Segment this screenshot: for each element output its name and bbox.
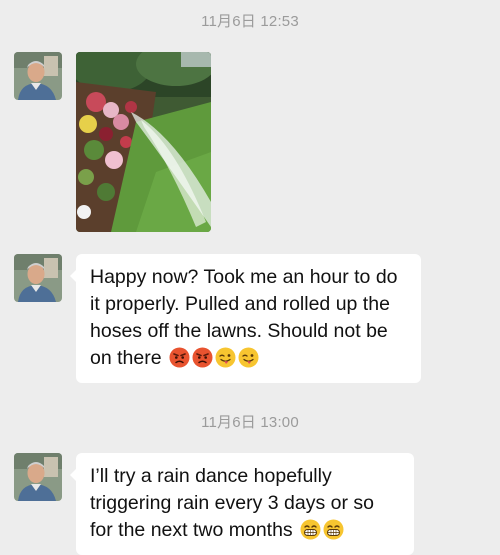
contact-avatar[interactable] [14,453,62,501]
text-message-bubble[interactable]: I’ll try a rain dance hopefully triggeri… [70,453,414,555]
garden-sprinkler-photo [76,52,211,232]
winking-tongue-face-icon [215,347,236,368]
angry-face-icon [192,347,213,368]
grinning-face-icon [323,519,344,540]
message-timestamp: 11月6日 13:00 [201,414,299,431]
grinning-face-icon [300,519,321,540]
contact-avatar[interactable] [14,52,62,100]
image-message[interactable] [76,52,211,232]
message-timestamp: 11月6日 12:53 [201,13,299,30]
winking-tongue-face-icon [238,347,259,368]
text-message-bubble[interactable]: Happy now? Took me an hour to do it prop… [70,254,421,383]
angry-face-icon [169,347,190,368]
contact-avatar[interactable] [14,254,62,302]
